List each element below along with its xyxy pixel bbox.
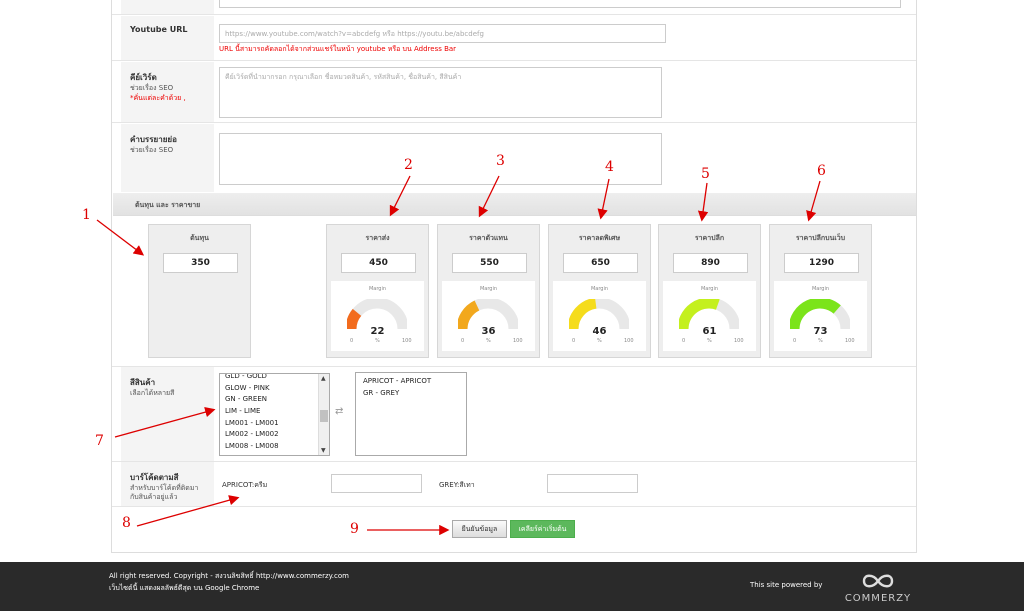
arrow-6 <box>806 180 821 222</box>
arrow-2 <box>389 175 411 217</box>
annotation-arrows <box>96 175 821 536</box>
arrow-3 <box>478 175 500 218</box>
arrow-8 <box>136 495 240 527</box>
arrow-5 <box>697 182 709 222</box>
arrow-7 <box>114 407 216 438</box>
annotation-3: 3 <box>496 153 505 169</box>
annotation-5: 5 <box>701 166 710 182</box>
arrow-4 <box>597 178 610 220</box>
arrow-1 <box>96 219 145 256</box>
annotation-4: 4 <box>605 159 614 175</box>
annotation-9: 9 <box>350 521 359 537</box>
annotation-8: 8 <box>122 515 131 531</box>
annotation-2: 2 <box>404 157 413 173</box>
annotation-7: 7 <box>95 433 104 449</box>
annotation-6: 6 <box>817 163 826 179</box>
annotation-1: 1 <box>82 207 91 223</box>
